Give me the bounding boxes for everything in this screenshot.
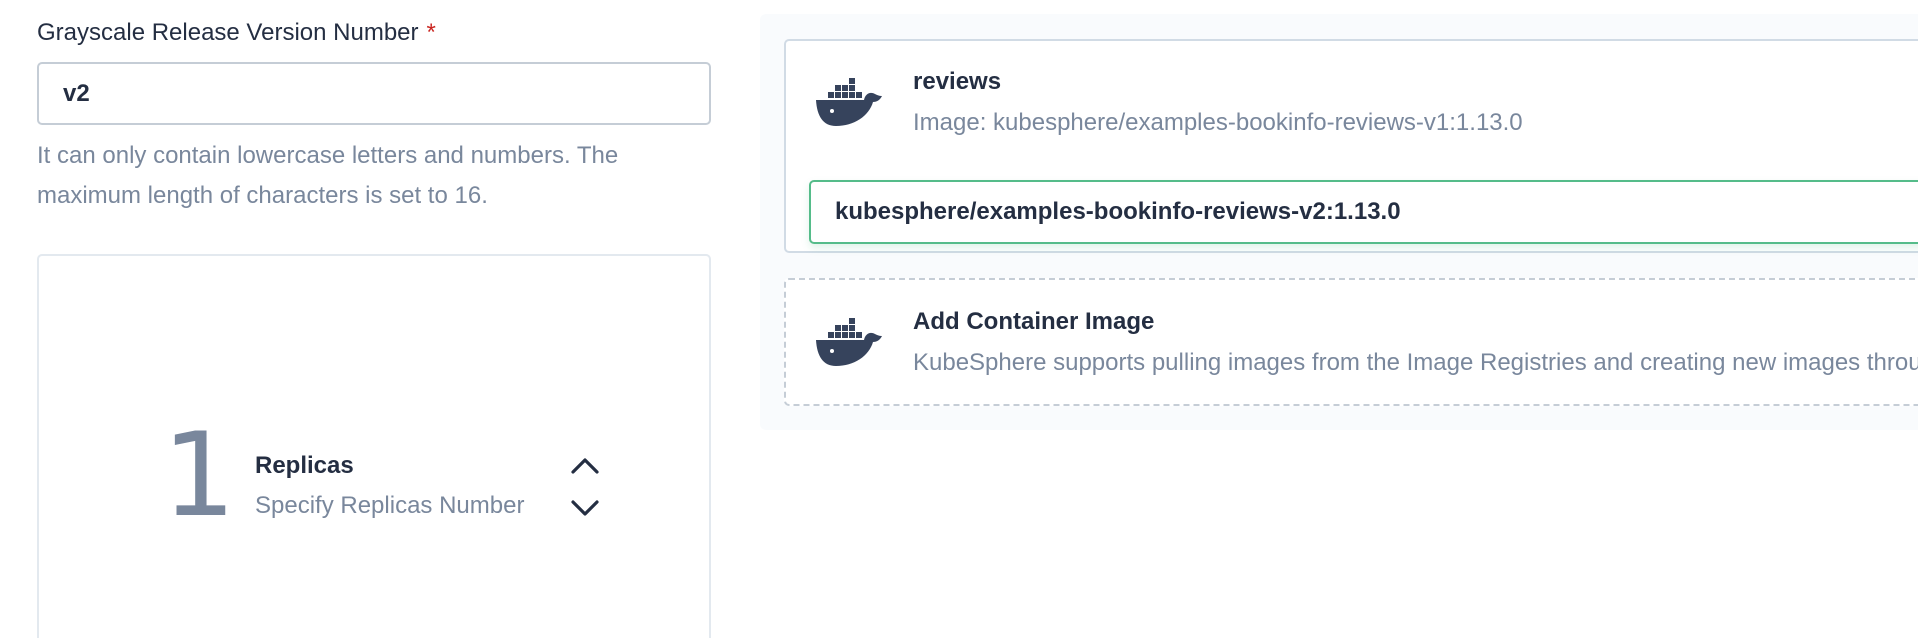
container-name: reviews — [913, 68, 1002, 95]
replicas-box: 1 Replicas Specify Replicas Number — [37, 254, 711, 638]
replicas-count: 1 — [162, 408, 236, 543]
add-container-title: Add Container Image — [913, 308, 1155, 335]
version-label-text: Grayscale Release Version Number — [37, 19, 419, 46]
chevron-down-icon — [571, 500, 599, 516]
decrease-replicas-button[interactable] — [565, 492, 605, 526]
version-input[interactable] — [37, 62, 711, 125]
increase-replicas-button[interactable] — [565, 448, 605, 482]
version-hint: It can only contain lowercase letters an… — [37, 142, 619, 209]
replicas-title: Replicas — [255, 452, 354, 479]
add-container-description: KubeSphere supports pulling images from … — [913, 349, 1918, 376]
docker-icon — [816, 318, 882, 366]
docker-icon — [816, 78, 882, 126]
image-input[interactable] — [809, 180, 1918, 244]
version-field-label: Grayscale Release Version Number * — [37, 19, 436, 47]
required-mark: * — [426, 19, 436, 46]
container-image-text: Image: kubesphere/examples-bookinfo-revi… — [913, 109, 1523, 136]
chevron-up-icon — [571, 458, 599, 474]
add-container-image-button[interactable] — [784, 278, 1918, 406]
replicas-description: Specify Replicas Number — [255, 492, 525, 519]
